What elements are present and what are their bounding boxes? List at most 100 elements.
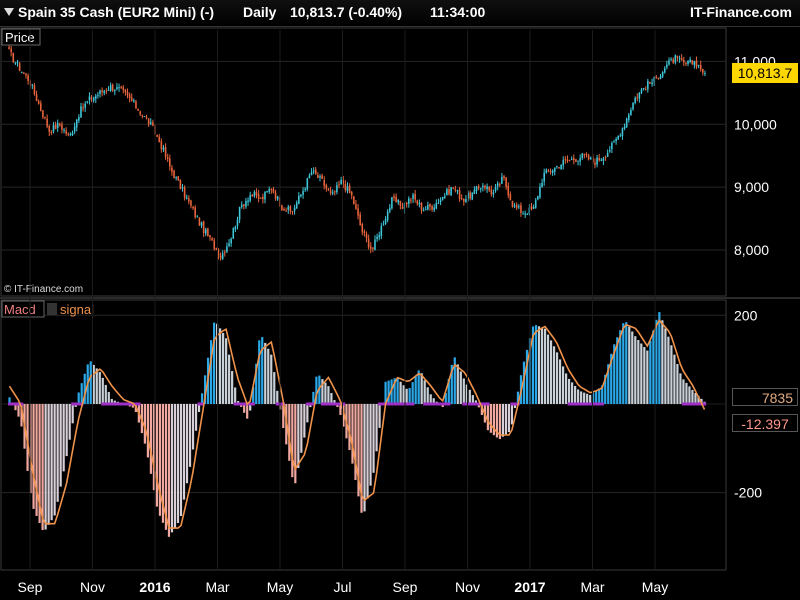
price-candle bbox=[69, 134, 72, 136]
price-candle bbox=[304, 188, 306, 190]
price-candle bbox=[537, 196, 539, 200]
price-candle bbox=[139, 111, 141, 115]
price-candle bbox=[99, 90, 101, 94]
macd-bar bbox=[486, 403, 489, 431]
macd-bar bbox=[188, 403, 192, 467]
macd-bar bbox=[571, 382, 574, 404]
price-candle bbox=[606, 152, 609, 157]
price-axis: 8,0009,00010,00011,000 bbox=[734, 53, 777, 258]
price-candle bbox=[67, 133, 70, 135]
price-candle bbox=[56, 122, 59, 129]
zero-marker bbox=[429, 402, 433, 406]
price-candle bbox=[532, 206, 535, 209]
price-candle bbox=[124, 89, 127, 93]
zero-marker bbox=[405, 402, 409, 406]
macd-bar bbox=[664, 328, 667, 404]
zero-marker bbox=[122, 402, 126, 406]
price-candle bbox=[94, 95, 97, 99]
price-candle bbox=[101, 90, 103, 93]
zero-marker bbox=[77, 402, 81, 406]
price-candle bbox=[594, 162, 596, 165]
macd-bar bbox=[291, 403, 294, 478]
price-candle bbox=[498, 184, 501, 186]
macd-bar bbox=[468, 389, 471, 404]
macd-bar bbox=[56, 403, 59, 502]
price-candle bbox=[20, 71, 23, 73]
macd-bar bbox=[423, 380, 426, 404]
macd-bar bbox=[510, 403, 514, 425]
price-candle bbox=[183, 187, 186, 198]
price-candle bbox=[477, 186, 480, 189]
zero-marker bbox=[579, 402, 583, 406]
macd-bar bbox=[330, 393, 333, 404]
price-candle bbox=[651, 82, 653, 84]
zero-marker bbox=[393, 402, 397, 406]
legend-signal: signal bbox=[60, 302, 94, 317]
price-candle bbox=[589, 157, 592, 160]
macd-bar bbox=[59, 403, 62, 487]
price-candle bbox=[600, 159, 603, 161]
price-candle bbox=[234, 226, 237, 230]
zero-marker bbox=[308, 402, 313, 406]
price-candle bbox=[97, 94, 99, 96]
macd-bar bbox=[231, 371, 234, 404]
time-axis: Sep Nov 2016 Mar May Jul Sep Nov 2017 Mar May bbox=[18, 30, 668, 595]
price-candle bbox=[264, 192, 266, 200]
macd-bar bbox=[583, 392, 586, 404]
zero-marker bbox=[441, 402, 445, 406]
zero-marker bbox=[305, 402, 310, 406]
price-candle bbox=[226, 246, 228, 253]
price-candle bbox=[215, 248, 218, 250]
price-candle bbox=[668, 60, 670, 65]
macd-bar bbox=[182, 403, 186, 500]
price-candle bbox=[173, 170, 175, 179]
zero-marker bbox=[576, 402, 580, 406]
zero-marker bbox=[242, 402, 246, 406]
macd-bar bbox=[426, 387, 429, 404]
zero-marker bbox=[687, 402, 692, 406]
price-candle bbox=[166, 157, 169, 160]
macd-bar bbox=[546, 334, 550, 404]
price-candle bbox=[44, 116, 46, 118]
price-candle bbox=[418, 203, 421, 205]
price-candle bbox=[164, 147, 167, 157]
macd-bar bbox=[327, 386, 330, 404]
price-candles bbox=[8, 44, 706, 261]
price-candle bbox=[420, 202, 423, 211]
price-candle bbox=[141, 114, 144, 116]
price-candle bbox=[200, 222, 203, 226]
price-candle bbox=[111, 84, 114, 91]
price-candle bbox=[266, 191, 268, 193]
macd-bar bbox=[408, 387, 411, 404]
price-candle bbox=[262, 196, 264, 200]
zero-marker bbox=[399, 402, 403, 406]
price-candle bbox=[116, 87, 118, 90]
price-candle bbox=[543, 172, 545, 182]
price-candle bbox=[238, 206, 241, 220]
price-candle bbox=[575, 159, 577, 162]
price-candle bbox=[676, 55, 679, 58]
macd-bar bbox=[534, 325, 538, 404]
price-candle bbox=[412, 194, 414, 199]
price-candle bbox=[570, 159, 573, 161]
macd-bar bbox=[549, 340, 553, 404]
price-candle bbox=[338, 184, 340, 186]
zero-marker bbox=[597, 402, 601, 406]
macd-bar bbox=[676, 364, 679, 404]
price-candle bbox=[617, 135, 620, 140]
macd-bar bbox=[420, 373, 423, 404]
macd-bar bbox=[595, 390, 598, 404]
price-candle bbox=[691, 60, 694, 65]
zero-marker bbox=[585, 402, 589, 406]
macd-bar bbox=[300, 403, 303, 453]
price-candle bbox=[441, 196, 444, 200]
macd-value-badge: 7835 bbox=[732, 388, 798, 406]
macd-bar bbox=[173, 403, 177, 528]
macd-bar bbox=[504, 403, 508, 435]
macd-bar bbox=[104, 384, 107, 404]
zero-marker bbox=[582, 402, 586, 406]
price-candle bbox=[312, 170, 315, 172]
macd-bar bbox=[402, 385, 405, 404]
price-candle bbox=[611, 142, 613, 150]
time-tick-label: Sep bbox=[393, 579, 418, 595]
